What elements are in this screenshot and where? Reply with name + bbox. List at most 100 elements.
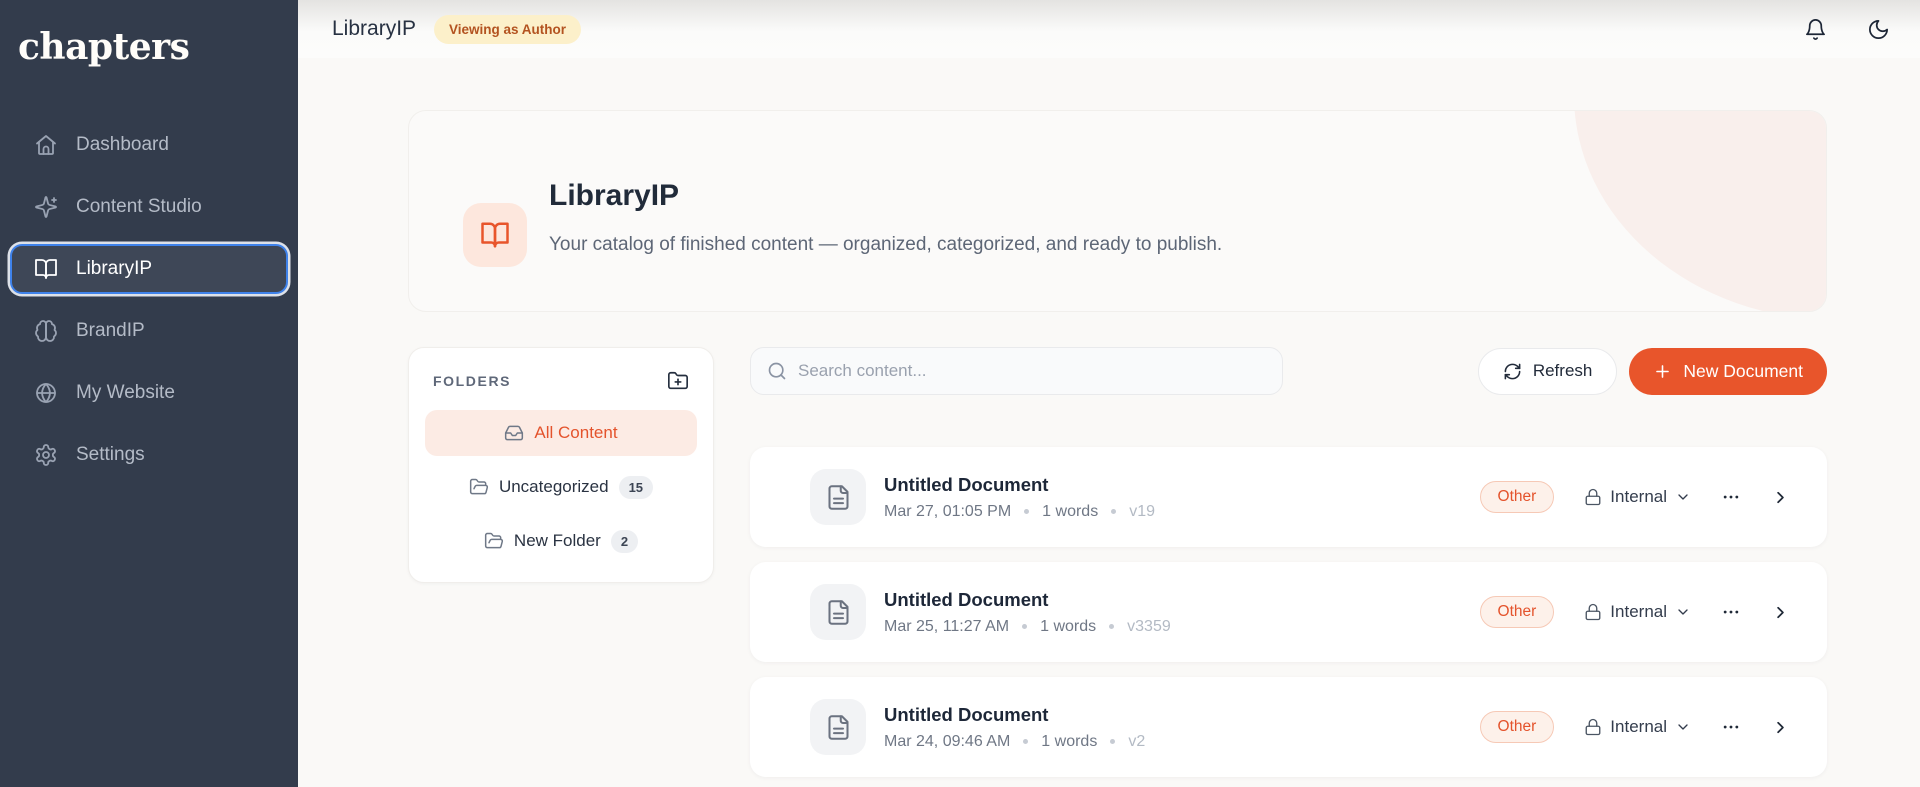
document-date: Mar 24, 09:46 AM	[884, 732, 1011, 750]
sidebar-item-brandip[interactable]: BrandIP	[10, 306, 288, 356]
sidebar-item-my-website[interactable]: My Website	[10, 368, 288, 418]
document-meta: Mar 24, 09:46 AM 1 words v2	[884, 733, 1145, 751]
lock-icon	[1584, 603, 1602, 621]
visibility-label: Internal	[1610, 717, 1667, 736]
chevron-right-icon	[1771, 718, 1790, 737]
globe-icon	[34, 381, 58, 405]
sidebar-item-label: Settings	[76, 444, 145, 465]
topbar-actions	[1804, 18, 1890, 41]
folder-list: All Content Uncategorized 15 New Folder …	[425, 410, 697, 564]
sidebar-item-dashboard[interactable]: Dashboard	[10, 120, 288, 170]
dot-separator	[1024, 509, 1030, 514]
folder-open-icon	[484, 531, 504, 551]
sidebar-item-label: LibraryIP	[76, 258, 153, 279]
folder-count-badge: 2	[610, 529, 639, 553]
document-row[interactable]: Untitled Document Mar 24, 09:46 AM 1 wor…	[750, 677, 1827, 777]
folder-open-icon	[469, 477, 489, 497]
topbar: LibraryIP Viewing as Author	[298, 0, 1920, 58]
sidebar-item-label: BrandIP	[76, 320, 145, 341]
document-row[interactable]: Untitled Document Mar 27, 01:05 PM 1 wor…	[750, 447, 1827, 547]
ellipsis-icon	[1721, 602, 1741, 622]
new-document-button[interactable]: New Document	[1629, 347, 1827, 395]
add-folder-button[interactable]	[665, 368, 691, 394]
visibility-dropdown[interactable]: Internal	[1584, 602, 1691, 622]
open-document-button[interactable]	[1771, 718, 1790, 737]
hero-title: LibraryIP	[549, 179, 680, 212]
folders-heading: FOLDERS	[433, 373, 512, 389]
inbox-icon	[504, 423, 524, 443]
book-open-icon	[34, 257, 58, 281]
refresh-button[interactable]: Refresh	[1477, 347, 1618, 395]
folders-panel: FOLDERS All Content Uncategorized 15 New…	[408, 347, 714, 583]
new-document-label: New Document	[1683, 360, 1803, 381]
notifications-button[interactable]	[1804, 18, 1827, 41]
dot-separator	[1023, 739, 1029, 744]
chevron-right-icon	[1771, 488, 1790, 507]
lock-icon	[1584, 488, 1602, 506]
sidebar-item-label: Dashboard	[76, 134, 169, 155]
document-date: Mar 25, 11:27 AM	[884, 617, 1010, 635]
book-open-icon	[480, 220, 510, 250]
brain-icon	[34, 319, 58, 343]
document-row[interactable]: Untitled Document Mar 25, 11:27 AM 1 wor…	[750, 562, 1827, 662]
sparkles-icon	[34, 195, 58, 219]
sidebar: chapters Dashboard Content Studio Librar…	[0, 0, 298, 787]
folder-label: New Folder	[513, 531, 601, 550]
search-input[interactable]	[798, 361, 1266, 381]
visibility-dropdown[interactable]: Internal	[1584, 487, 1691, 507]
sidebar-item-content-studio[interactable]: Content Studio	[10, 182, 288, 232]
sidebar-item-libraryip[interactable]: LibraryIP	[10, 244, 288, 294]
category-badge: Other	[1479, 596, 1555, 628]
viewing-as-badge[interactable]: Viewing as Author	[434, 14, 582, 44]
file-text-icon	[825, 484, 852, 511]
brand-logo: chapters	[18, 26, 190, 68]
folder-item-all-content[interactable]: All Content	[425, 410, 697, 456]
search-box	[750, 347, 1283, 395]
sidebar-item-settings[interactable]: Settings	[10, 430, 288, 480]
document-icon-box	[810, 699, 866, 755]
hero-icon-box	[463, 203, 527, 267]
lock-icon	[1584, 718, 1602, 736]
folder-item-uncategorized[interactable]: Uncategorized 15	[425, 464, 697, 510]
category-badge: Other	[1479, 711, 1555, 743]
open-document-button[interactable]	[1771, 603, 1790, 622]
chevron-down-icon	[1675, 604, 1691, 620]
file-text-icon	[825, 599, 852, 626]
bell-icon	[1804, 18, 1827, 41]
chevron-right-icon	[1771, 603, 1790, 622]
document-version: v2	[1128, 732, 1146, 750]
folder-item-new-folder[interactable]: New Folder 2	[425, 518, 697, 564]
document-wordcount: 1 words	[1042, 502, 1099, 520]
document-wordcount: 1 words	[1040, 617, 1097, 635]
sidebar-nav: Dashboard Content Studio LibraryIP Brand…	[10, 120, 288, 480]
page-title: LibraryIP	[332, 17, 417, 40]
document-wordcount: 1 words	[1041, 732, 1098, 750]
file-text-icon	[825, 714, 852, 741]
document-meta: Mar 27, 01:05 PM 1 words v19	[884, 503, 1155, 521]
more-actions-button[interactable]	[1721, 602, 1741, 622]
dot-separator	[1022, 624, 1028, 629]
more-actions-button[interactable]	[1721, 717, 1741, 737]
document-version: v3359	[1127, 617, 1171, 635]
dark-mode-toggle[interactable]	[1867, 18, 1890, 41]
main-area: LibraryIP Viewing as Author LibraryIP Yo…	[298, 0, 1920, 787]
hero-description: Your catalog of finished content — organ…	[549, 234, 1223, 255]
folder-label: Uncategorized	[498, 477, 609, 496]
folder-label: All Content	[534, 423, 618, 442]
ellipsis-icon	[1721, 717, 1741, 737]
gear-icon	[34, 443, 58, 467]
chevron-down-icon	[1675, 489, 1691, 505]
open-document-button[interactable]	[1771, 488, 1790, 507]
search-icon	[767, 361, 787, 381]
document-list: Untitled Document Mar 27, 01:05 PM 1 wor…	[750, 447, 1827, 777]
document-title: Untitled Document	[884, 588, 1049, 610]
visibility-dropdown[interactable]: Internal	[1584, 717, 1691, 737]
refresh-label: Refresh	[1532, 361, 1593, 380]
refresh-icon	[1503, 362, 1522, 381]
dot-separator	[1110, 739, 1116, 744]
dot-separator	[1111, 509, 1117, 514]
document-version: v19	[1129, 502, 1155, 520]
document-meta: Mar 25, 11:27 AM 1 words v3359	[884, 618, 1171, 636]
folder-plus-icon	[667, 370, 689, 392]
more-actions-button[interactable]	[1721, 487, 1741, 507]
